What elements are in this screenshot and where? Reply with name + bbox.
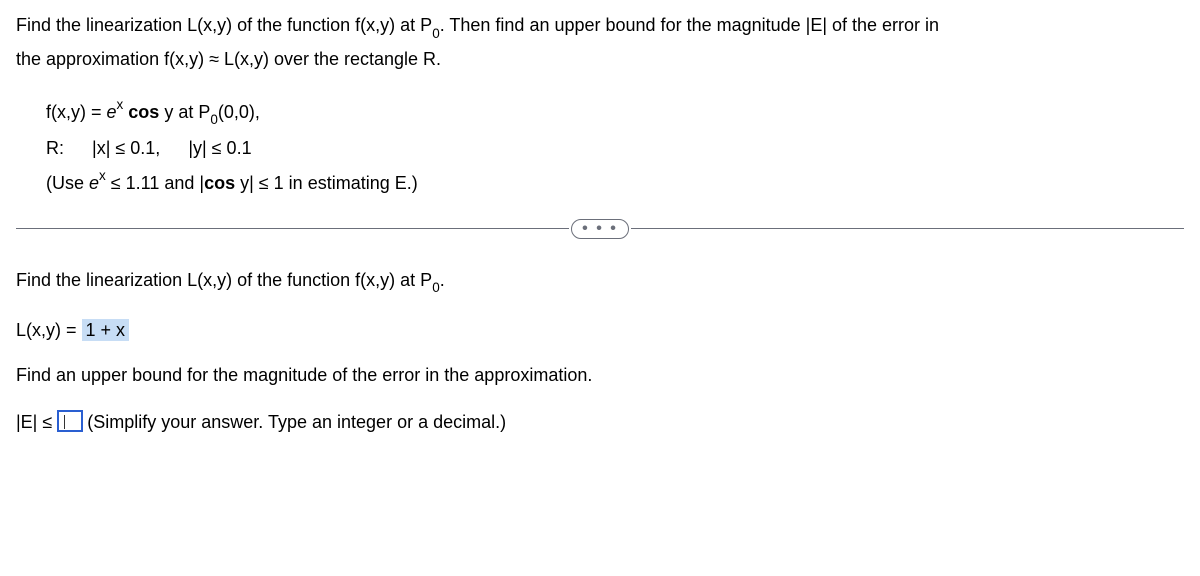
a2-help: (Simplify your answer. Type an integer o…: [87, 412, 506, 432]
intro-1b: . Then find an upper bound for the magni…: [440, 15, 939, 35]
section-divider: • • •: [16, 219, 1184, 239]
function-def: f(x,y) = ex cos y at P0(0,0),: [46, 97, 1184, 129]
problem-block: f(x,y) = ex cos y at P0(0,0), R: |x| ≤ 0…: [46, 97, 1184, 197]
use-exp: x: [99, 168, 106, 183]
use-b: ≤ 1.11 and |: [106, 173, 204, 193]
error-input[interactable]: [57, 410, 83, 432]
r-b: |y| ≤ 0.1: [188, 138, 251, 158]
use-e: e: [89, 173, 99, 193]
a1-lhs: L(x,y) =: [16, 320, 82, 340]
divider-line-right: [631, 228, 1184, 229]
answer-error-bound: |E| ≤ (Simplify your answer. Type an int…: [16, 409, 1184, 436]
answered-value[interactable]: 1 + x: [82, 319, 130, 341]
question-linearization: Find the linearization L(x,y) of the fun…: [16, 267, 1184, 297]
intro-line-1: Find the linearization L(x,y) of the fun…: [16, 12, 1184, 42]
a2-lhs: |E| ≤: [16, 412, 57, 432]
fn-a: f(x,y) =: [46, 102, 107, 122]
q2-text: Find an upper bound for the magnitude of…: [16, 365, 592, 385]
fn-e: e: [107, 102, 117, 122]
r-label: R:: [46, 138, 64, 158]
q1-sub: 0: [432, 280, 440, 295]
use-c: y| ≤ 1 in estimating E.): [235, 173, 418, 193]
answer-linearization: L(x,y) = 1 + x: [16, 317, 1184, 344]
fn-c: (0,0),: [218, 102, 260, 122]
divider-line-left: [16, 228, 569, 229]
rectangle-def: R: |x| ≤ 0.1, |y| ≤ 0.1: [46, 135, 1184, 162]
q1-b: .: [440, 270, 445, 290]
fn-sub: 0: [210, 112, 218, 127]
more-icon[interactable]: • • •: [571, 219, 629, 239]
intro-1-sub: 0: [432, 26, 440, 41]
q1-a: Find the linearization L(x,y) of the fun…: [16, 270, 432, 290]
intro-line-2: the approximation f(x,y) ≈ L(x,y) over t…: [16, 46, 1184, 73]
use-hint: (Use ex ≤ 1.11 and |cos y| ≤ 1 in estima…: [46, 168, 1184, 197]
fn-exp: x: [117, 97, 124, 112]
fn-b: y at P: [159, 102, 210, 122]
intro-2: the approximation f(x,y) ≈ L(x,y) over t…: [16, 49, 441, 69]
fn-cos: cos: [123, 102, 159, 122]
use-cos: cos: [204, 173, 235, 193]
question-error-bound: Find an upper bound for the magnitude of…: [16, 362, 1184, 389]
r-a: |x| ≤ 0.1,: [92, 138, 160, 158]
intro-1a: Find the linearization L(x,y) of the fun…: [16, 15, 432, 35]
use-a: (Use: [46, 173, 89, 193]
